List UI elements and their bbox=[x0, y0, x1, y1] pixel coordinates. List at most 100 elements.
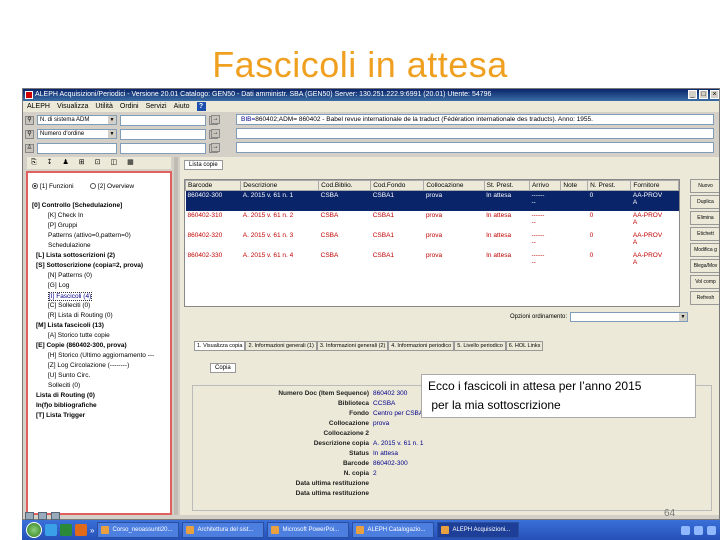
duplica-button[interactable]: Duplica bbox=[690, 195, 719, 209]
sort-options-select[interactable]: ▼ bbox=[570, 312, 688, 322]
vol-comp-button[interactable]: Vol comp bbox=[690, 275, 719, 289]
tab-livello-periodico[interactable]: 5. Livello periodico bbox=[454, 341, 506, 351]
tree-node-solleciti[interactable]: [C] Solleciti (0) bbox=[48, 302, 90, 309]
chevron-down-icon[interactable]: ▼ bbox=[108, 130, 116, 138]
pane-splitter[interactable] bbox=[174, 157, 178, 515]
tree-node-schedulazione[interactable]: Schedulazione bbox=[48, 242, 91, 249]
tray-icon[interactable] bbox=[694, 525, 703, 535]
tree-node-check-in[interactable]: [K] Check In bbox=[48, 212, 83, 219]
search-type-combo[interactable]: N. di sistema ADM ▼ bbox=[37, 115, 117, 125]
order-type-combo[interactable]: Numero d'ordine ▼ bbox=[37, 129, 117, 139]
col-st-prest[interactable]: St. Prest. bbox=[483, 180, 530, 191]
tree-node-lista-fascicoli[interactable]: [M] Lista fascicoli (13) bbox=[36, 322, 104, 329]
tree-node-fascicoli[interactable]: [I] Fascicoli (4) bbox=[48, 292, 93, 301]
menu-aiuto[interactable]: Aiuto bbox=[174, 101, 190, 112]
radio-overview[interactable]: [2] Overview bbox=[90, 183, 134, 190]
tree-node-controllo[interactable]: [0] Controllo [Schedulazione] bbox=[32, 202, 122, 209]
link-icon[interactable]: → bbox=[211, 143, 220, 152]
col-n-prest[interactable]: N. Prest. bbox=[587, 180, 632, 191]
table-row[interactable]: 860402-320 A. 2015 v. 61 n. 3 CSBA CSBA1… bbox=[186, 231, 679, 251]
user-icon[interactable]: ♙ bbox=[25, 143, 34, 153]
firefox-icon[interactable] bbox=[75, 524, 87, 536]
frame-icon[interactable]: ⊡ bbox=[95, 157, 101, 169]
taskbar-item-architettura[interactable]: Architettura del sist... bbox=[182, 522, 265, 538]
search-value-input[interactable] bbox=[120, 114, 206, 126]
tree-node-gruppi[interactable]: [P] Gruppi bbox=[48, 222, 77, 229]
col-descrizione[interactable]: Descrizione bbox=[240, 180, 320, 191]
menu-utilita[interactable]: Utilità bbox=[95, 101, 113, 112]
col-fornitore[interactable]: Fornitore bbox=[630, 180, 679, 191]
taskbar-item-aleph-catalogazione[interactable]: ALEPH Catalogazio... bbox=[352, 522, 435, 538]
radio-funzioni[interactable]: [1] Funzioni bbox=[32, 183, 74, 190]
blega-button[interactable]: Blega/Mov bbox=[690, 259, 719, 273]
tree-node-info-bibliografiche[interactable]: In(f)o bibliografiche bbox=[36, 402, 97, 409]
tab-info-periodico[interactable]: 4. Informazioni periodico bbox=[388, 341, 455, 351]
chevron-down-icon[interactable]: ▼ bbox=[108, 116, 116, 124]
taskbar-item-corso[interactable]: Corso_neoassunti20... bbox=[97, 522, 180, 538]
tree-node-storico-tutte[interactable]: [A] Storico tutte copie bbox=[48, 332, 110, 339]
download-icon[interactable]: ↧ bbox=[47, 157, 53, 169]
elimina-button[interactable]: Elimina bbox=[690, 211, 719, 225]
tree-node-patterns[interactable]: Patterns (attivo=0,pattern=0) bbox=[48, 232, 131, 239]
menu-servizi[interactable]: Servizi bbox=[146, 101, 167, 112]
menu-aleph[interactable]: ALEPH bbox=[27, 101, 50, 112]
col-arrivo[interactable]: Arrivo bbox=[528, 180, 562, 191]
tree-node-lista-trigger[interactable]: [T] Lista Trigger bbox=[36, 412, 85, 419]
col-cod-fondo[interactable]: Cod.Fondo bbox=[370, 180, 425, 191]
order-key-icon[interactable]: ⚲ bbox=[25, 129, 34, 139]
menu-ordini[interactable]: Ordini bbox=[120, 101, 139, 112]
col-cod-biblio[interactable]: Cod.Biblio. bbox=[318, 180, 372, 191]
table-row[interactable]: 860402-310 A. 2015 v. 61 n. 2 CSBA CSBA1… bbox=[186, 211, 679, 231]
tree-node-patterns-n[interactable]: [N] Patterns (0) bbox=[48, 272, 92, 279]
tree-node-sunto-circ[interactable]: [U] Sunto Circ. bbox=[48, 372, 90, 379]
nuovo-button[interactable]: Nuovo bbox=[690, 179, 719, 193]
close-button[interactable]: × bbox=[710, 90, 719, 99]
taskbar-item-powerpoint[interactable]: Microsoft PowerPoi... bbox=[267, 522, 350, 538]
table-icon[interactable]: ▦ bbox=[127, 157, 134, 169]
tab-copia[interactable]: Copia bbox=[210, 363, 236, 373]
col-barcode[interactable]: Barcode bbox=[184, 180, 242, 191]
tab-visualizza-copia[interactable]: 1. Visualizza copia bbox=[194, 341, 246, 351]
tree-node-routing[interactable]: Lista di Routing (0) bbox=[36, 392, 95, 399]
maximize-button[interactable]: □ bbox=[699, 90, 708, 99]
tree-node-log[interactable]: [G] Log bbox=[48, 282, 69, 289]
chevron-down-icon[interactable]: ▼ bbox=[679, 313, 687, 321]
minimize-button[interactable]: _ bbox=[688, 90, 697, 99]
modifica-button[interactable]: Modifica g bbox=[690, 243, 719, 257]
tray-icon[interactable] bbox=[681, 525, 690, 535]
tree-node-log-circolazione[interactable]: [Z] Log Circolazione (--------) bbox=[48, 362, 129, 369]
link-icon[interactable]: → bbox=[211, 129, 220, 138]
tree-node-solleciti-copie[interactable]: Solleciti (0) bbox=[48, 382, 80, 389]
extra-input[interactable] bbox=[37, 142, 117, 154]
order-value-input[interactable] bbox=[120, 128, 206, 140]
ie-icon[interactable] bbox=[45, 524, 57, 536]
taskbar-item-aleph-acquisizioni[interactable]: ALEPH Acquisizioni... bbox=[437, 522, 520, 538]
tree-node-storico[interactable]: [H] Storico (Ultimo aggiornamento --- bbox=[48, 352, 154, 359]
help-icon[interactable]: ? bbox=[196, 102, 206, 111]
tree-node-lista-sottoscrizioni[interactable]: [L] Lista sottoscrizioni (2) bbox=[36, 252, 115, 259]
tree-node-sottoscrizione[interactable]: [S] Sottoscrizione (copia=2, prova) bbox=[36, 262, 143, 269]
menu-visualizza[interactable]: Visualizza bbox=[57, 101, 88, 112]
copy-icon[interactable]: ⎘ bbox=[31, 157, 37, 169]
tree-node-lista-routing[interactable]: [R] Lista di Routing (0) bbox=[48, 312, 113, 319]
refresh-button[interactable]: Refresh bbox=[690, 291, 719, 305]
link-icon[interactable]: → bbox=[211, 115, 220, 124]
table-row[interactable]: 860402-300 A. 2015 v. 61 n. 1 CSBA CSBA1… bbox=[185, 190, 679, 211]
search-key-icon[interactable]: ⚲ bbox=[25, 115, 34, 125]
grid-icon[interactable]: ⊞ bbox=[79, 157, 85, 169]
panel-icon[interactable]: ◫ bbox=[111, 157, 118, 169]
etichette-button[interactable]: Etichett bbox=[690, 227, 719, 241]
tab-info-generali-2[interactable]: 3. Informazioni generali (2) bbox=[316, 341, 389, 351]
tab-info-generali-1[interactable]: 2. Informazioni generali (1) bbox=[245, 341, 317, 351]
col-note[interactable]: Note bbox=[560, 180, 589, 191]
chevron-right-icon[interactable]: » bbox=[90, 526, 94, 535]
tab-lista-copie[interactable]: Lista copie bbox=[184, 160, 223, 170]
explorer-icon[interactable] bbox=[60, 524, 72, 536]
tray-icon[interactable] bbox=[707, 525, 716, 535]
start-button[interactable] bbox=[26, 522, 42, 538]
person-icon[interactable]: ♟ bbox=[62, 157, 68, 169]
tree-node-copie[interactable]: [E] Copie (860402-300, prova) bbox=[36, 342, 127, 349]
tab-hol-links[interactable]: 6. HOL Links bbox=[505, 341, 544, 351]
table-row[interactable]: 860402-330 A. 2015 v. 61 n. 4 CSBA CSBA1… bbox=[186, 251, 679, 271]
extra-input-2[interactable] bbox=[120, 142, 206, 154]
